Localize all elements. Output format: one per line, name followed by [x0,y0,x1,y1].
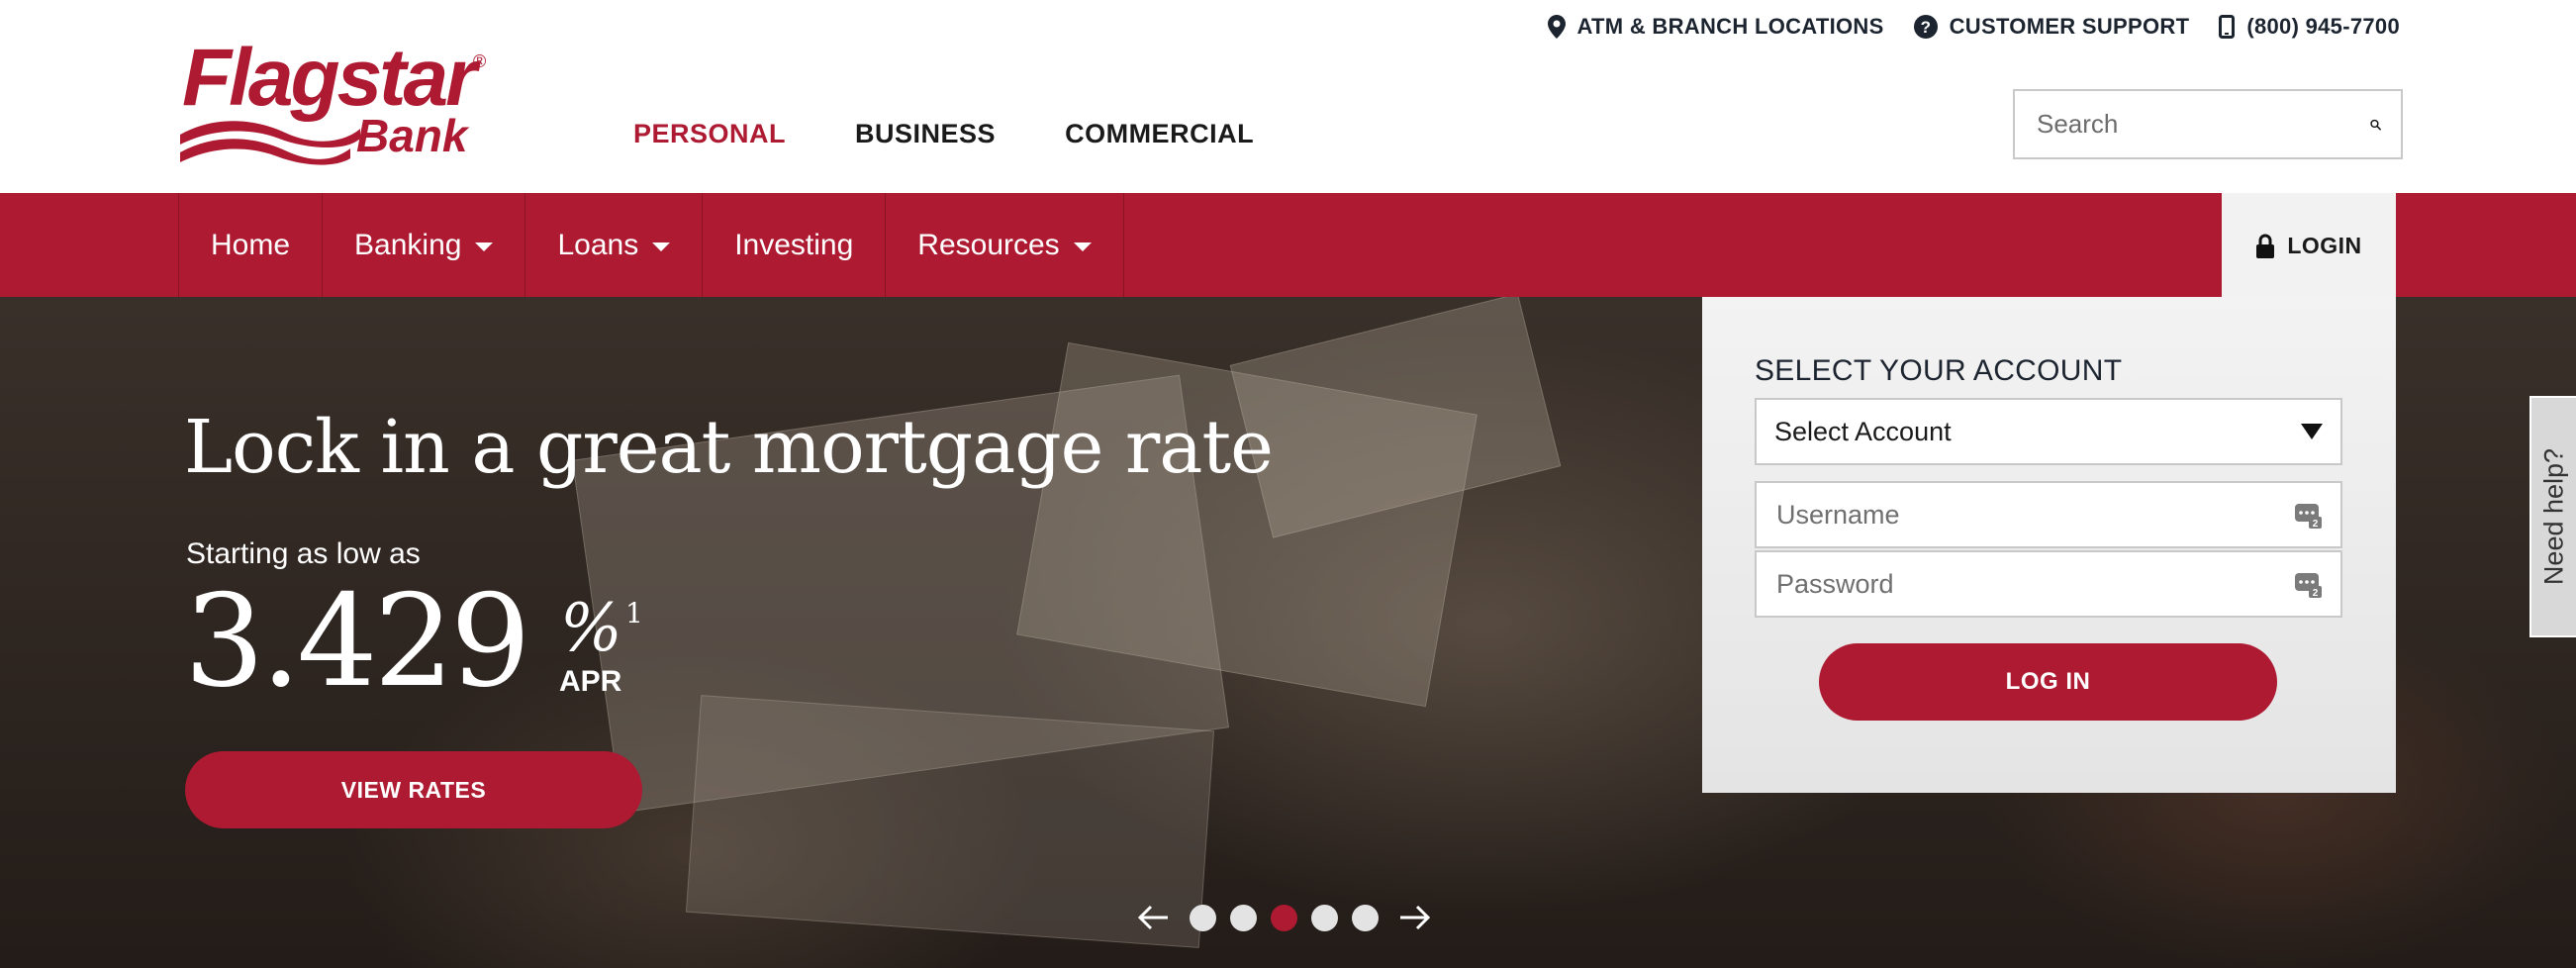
need-help-label: Need help? [2538,447,2568,586]
nav-home-label: Home [211,228,291,261]
logo-bank-text: Bank [356,110,468,161]
phone-link[interactable]: (800) 945-7700 [2219,14,2400,40]
select-account-heading: SELECT YOUR ACCOUNT [1755,354,2123,387]
search-box [2013,89,2403,159]
carousel-dot-5[interactable] [1352,904,1379,931]
password-field: 2 [1755,550,2342,618]
username-input[interactable] [1774,498,2293,532]
logo-wordmark: Flagstar [182,33,477,123]
carousel-dot-3-active[interactable] [1271,904,1297,931]
nav-banking-label: Banking [354,228,462,261]
segment-business[interactable]: BUSINESS [855,119,996,149]
main-nav: Home Banking Loans Investing Resources [178,193,1124,297]
svg-text:?: ? [1920,18,1931,37]
carousel-dot-4[interactable] [1311,904,1338,931]
map-pin-icon [1547,15,1566,39]
svg-text:2: 2 [2313,519,2319,530]
arrow-left-icon[interactable] [1132,903,1176,932]
utility-nav: ATM & BRANCH LOCATIONS ? CUSTOMER SUPPOR… [1547,14,2401,40]
chevron-down-icon [475,242,494,251]
mobile-phone-icon [2219,15,2236,39]
main-nav-bar: Home Banking Loans Investing Resources [0,193,2576,297]
question-circle-icon: ? [1913,15,1938,39]
need-help-tab[interactable]: Need help? [2529,396,2576,637]
nav-loans[interactable]: Loans [525,193,704,297]
password-manager-icon[interactable]: 2 [2293,500,2323,530]
username-field: 2 [1755,481,2342,548]
nav-resources[interactable]: Resources [886,193,1124,297]
carousel-dot-2[interactable] [1230,904,1257,931]
lock-icon [2256,234,2275,258]
customer-support-label: CUSTOMER SUPPORT [1949,14,2190,39]
logo-registered-mark: ® [473,51,487,71]
nav-loans-label: Loans [557,228,639,261]
segment-commercial[interactable]: COMMERCIAL [1065,119,1254,149]
flagstar-bank-logo[interactable]: Flagstar ® Bank [176,38,503,166]
chevron-down-icon [2301,424,2323,439]
login-tab[interactable]: LOGIN [2222,193,2396,299]
chevron-down-icon [652,242,671,251]
arrow-right-icon[interactable] [1392,903,1436,932]
nav-investing[interactable]: Investing [703,193,887,297]
search-icon[interactable] [2370,112,2381,138]
hero-background-photo-detail [1229,297,1562,538]
nav-home[interactable]: Home [179,193,324,297]
atm-branch-locations-link[interactable]: ATM & BRANCH LOCATIONS [1547,14,1884,40]
customer-support-link[interactable]: ? CUSTOMER SUPPORT [1913,14,2190,40]
nav-resources-label: Resources [917,228,1060,261]
carousel-controls [1132,903,1436,932]
chevron-down-icon [1073,242,1092,251]
segment-personal[interactable]: PERSONAL [633,119,786,149]
account-select-value: Select Account [1774,416,1952,446]
segment-nav: PERSONAL BUSINESS COMMERCIAL [633,119,1254,149]
svg-text:2: 2 [2313,588,2319,599]
hero-rate-footnote[interactable]: 1 [625,597,643,629]
hero-rate-value: 3.429 [184,568,530,716]
hero-rate-apr: APR [559,665,622,698]
login-panel: SELECT YOUR ACCOUNT Select Account 2 2 L… [1702,297,2396,793]
hero-subtitle: Starting as low as [186,537,421,570]
carousel-dot-1[interactable] [1190,904,1216,931]
login-tab-label: LOGIN [2287,233,2362,258]
nav-banking[interactable]: Banking [323,193,526,297]
atm-branch-locations-label: ATM & BRANCH LOCATIONS [1576,14,1884,39]
password-manager-icon[interactable]: 2 [2293,569,2323,599]
password-input[interactable] [1774,567,2293,601]
view-rates-button[interactable]: VIEW RATES [185,751,642,828]
account-type-select[interactable]: Select Account [1755,398,2342,465]
nav-investing-label: Investing [734,228,854,261]
hero-title: Lock in a great mortgage rate [184,405,1274,490]
logo-flag-wave-icon [180,121,360,165]
hero-rate-percent: % [560,590,622,666]
site-header: Flagstar ® Bank ATM & BRANCH LOCATIONS ?… [0,0,2576,193]
log-in-button[interactable]: LOG IN [1819,643,2277,721]
phone-number: (800) 945-7700 [2246,14,2400,39]
search-input[interactable] [2035,108,2370,141]
